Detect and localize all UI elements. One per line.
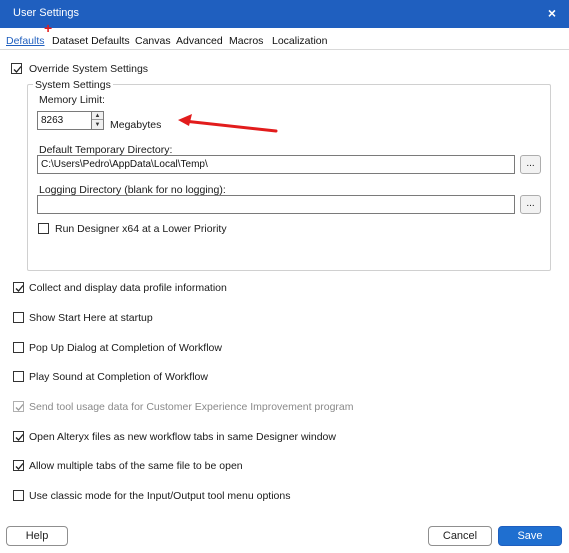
tab-advanced[interactable]: Advanced — [176, 35, 223, 47]
title-bar: User Settings × — [0, 0, 569, 28]
logging-directory-input[interactable] — [37, 195, 515, 214]
checkmark-icon — [15, 285, 24, 292]
memory-limit-label: Memory Limit: — [39, 94, 105, 106]
system-settings-title: System Settings — [33, 79, 113, 91]
system-settings-group — [27, 84, 551, 271]
tab-localization[interactable]: Localization — [272, 35, 327, 47]
tab-canvas[interactable]: Canvas — [135, 35, 171, 47]
show-start-here-label: Show Start Here at startup — [29, 312, 153, 324]
checkmark-icon — [15, 463, 24, 470]
low-priority-checkbox[interactable] — [38, 223, 49, 234]
window-title: User Settings — [13, 7, 80, 19]
collect-data-profile-label: Collect and display data profile informa… — [29, 282, 227, 294]
multiple-tabs-label: Allow multiple tabs of the same file to … — [29, 460, 243, 472]
spin-up-icon[interactable]: ▲ — [92, 112, 103, 120]
memory-limit-input[interactable] — [37, 111, 92, 130]
open-as-tabs-checkbox[interactable] — [13, 431, 24, 442]
show-start-here-checkbox[interactable] — [13, 312, 24, 323]
cancel-button[interactable]: Cancel — [428, 526, 492, 546]
open-as-tabs-label: Open Alteryx files as new workflow tabs … — [29, 431, 336, 443]
tab-defaults[interactable]: Defaults — [6, 35, 45, 47]
send-usage-data-label: Send tool usage data for Customer Experi… — [29, 401, 354, 413]
save-button[interactable]: Save — [498, 526, 562, 546]
checkmark-icon — [15, 404, 24, 411]
red-plus-annotation: + — [44, 20, 53, 36]
play-sound-checkbox[interactable] — [13, 371, 24, 382]
tab-divider — [0, 49, 569, 50]
multiple-tabs-checkbox[interactable] — [13, 460, 24, 471]
tab-dataset-defaults[interactable]: Dataset Defaults — [52, 35, 130, 47]
checkmark-icon — [15, 434, 24, 441]
collect-data-profile-checkbox[interactable] — [13, 282, 24, 293]
help-button[interactable]: Help — [6, 526, 68, 546]
spin-down-icon[interactable]: ▼ — [92, 121, 103, 129]
red-arrow-annotation-icon — [178, 114, 278, 133]
classic-mode-label: Use classic mode for the Input/Output to… — [29, 490, 291, 502]
close-icon[interactable]: × — [544, 4, 560, 22]
popup-dialog-label: Pop Up Dialog at Completion of Workflow — [29, 342, 222, 354]
override-system-settings-checkbox[interactable] — [11, 63, 22, 74]
send-usage-data-checkbox — [13, 401, 24, 412]
memory-unit-label: Megabytes — [110, 119, 162, 131]
temp-directory-input[interactable] — [37, 155, 515, 174]
classic-mode-checkbox[interactable] — [13, 490, 24, 501]
override-system-settings-label: Override System Settings — [29, 63, 149, 75]
play-sound-label: Play Sound at Completion of Workflow — [29, 371, 208, 383]
tab-strip: Defaults Dataset Defaults Canvas Advance… — [0, 33, 569, 49]
logging-directory-browse-button[interactable]: ... — [520, 195, 541, 214]
checkmark-icon — [13, 66, 22, 73]
low-priority-label: Run Designer x64 at a Lower Priority — [55, 223, 227, 235]
temp-directory-browse-button[interactable]: ... — [520, 155, 541, 174]
popup-dialog-checkbox[interactable] — [13, 342, 24, 353]
memory-limit-spinner[interactable]: ▲ ▼ — [91, 111, 104, 130]
tab-macros[interactable]: Macros — [229, 35, 263, 47]
